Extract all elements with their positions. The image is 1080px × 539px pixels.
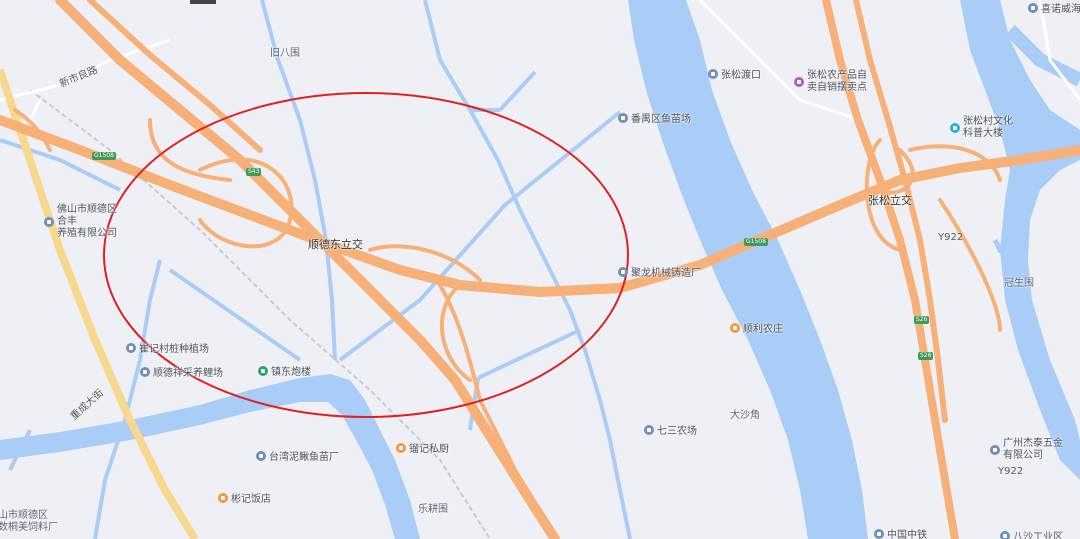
- poi-label: 张松渡口: [721, 70, 761, 81]
- shop-pin-icon: [794, 77, 804, 87]
- place-dashajiao[interactable]: 大沙角: [730, 406, 760, 421]
- poi-label: 顺德祥采养鲤场: [153, 368, 223, 379]
- map-canvas[interactable]: 新市良路 重成大街 G1508 G1508 S43 S26 S26 Y922 Y…: [0, 0, 1080, 539]
- shield-g1508-west: G1508: [92, 152, 116, 160]
- poi-xilin-weihai[interactable]: 喜诺威海: [1028, 0, 1080, 15]
- place-shunde-feed[interactable]: 山市顺德区 数桐美饲料厂: [0, 510, 58, 534]
- scenic-pin-icon: [258, 365, 268, 376]
- poi-label: 番禺区鱼苗场: [631, 114, 691, 125]
- food-pin-icon: [396, 442, 406, 453]
- poi-basha[interactable]: 八沙工业区: [1000, 528, 1063, 539]
- culture-pin-icon: [950, 123, 960, 133]
- poi-taiwan-fish[interactable]: 台湾泥鳅鱼苗厂: [256, 448, 339, 463]
- top-control-button[interactable]: [190, 0, 216, 4]
- building-pin-icon: [990, 445, 1000, 455]
- shield-s43: S43: [246, 168, 262, 176]
- minor-roads: [0, 0, 1080, 141]
- ferry-pin-icon: [708, 68, 718, 79]
- building-pin-icon: [644, 424, 654, 435]
- poi-label: 镇东炮楼: [271, 367, 311, 378]
- poi-qisan[interactable]: 七三农场: [644, 422, 697, 437]
- poi-label: 八沙工业区: [1013, 532, 1063, 539]
- map-base-layer: [0, 0, 1080, 539]
- poi-label: 崔记村桩种植场: [139, 344, 209, 355]
- building-pin-icon: [618, 266, 628, 277]
- building-pin-icon: [126, 342, 136, 353]
- place-guanshengwei[interactable]: 冠生围: [1004, 274, 1034, 289]
- poi-ji-private[interactable]: 镏记私厨: [396, 440, 449, 455]
- poi-julong[interactable]: 聚龙机械铸造厂: [618, 264, 701, 279]
- poi-label: 张松农产品自 卖自销摆卖点: [807, 70, 867, 93]
- poi-zhendong[interactable]: 镇东炮楼: [258, 363, 311, 378]
- shield-s26-b: S26: [918, 352, 934, 360]
- food-pin-icon: [218, 492, 228, 503]
- poi-shunde-fish[interactable]: 顺德祥采养鲤场: [140, 364, 223, 379]
- poi-label: 中国中铁: [887, 530, 927, 539]
- building-pin-icon: [1000, 530, 1010, 539]
- building-pin-icon: [874, 528, 884, 539]
- road-label-y922-north: Y922: [938, 232, 964, 243]
- poi-label: 彬记饭店: [231, 494, 271, 505]
- poi-guangzhou-hardware[interactable]: 广州杰泰五金 有限公司: [990, 438, 1067, 462]
- road-label-y922-south: Y922: [998, 466, 1024, 477]
- place-jinbawei[interactable]: 旧八围: [270, 44, 300, 59]
- poi-shunli[interactable]: 顺利农庄: [730, 320, 783, 335]
- poi-foshan-coop[interactable]: 佛山市顺德区合丰 养殖有限公司: [44, 204, 125, 240]
- poi-label: 聚龙机械铸造厂: [631, 268, 701, 279]
- poi-label: 广州杰泰五金 有限公司: [1003, 438, 1063, 461]
- place-zhangsong-interchange[interactable]: 张松立交: [868, 192, 912, 208]
- food-pin-icon: [730, 322, 740, 333]
- poi-label: 镏记私厨: [409, 444, 449, 455]
- building-pin-icon: [1028, 2, 1038, 13]
- poi-label: 七三农场: [657, 426, 697, 437]
- place-shunde-east-interchange[interactable]: 顺德东立交: [308, 236, 363, 252]
- poi-cui-plant[interactable]: 崔记村桩种植场: [126, 340, 209, 355]
- place-lejiawei[interactable]: 乐耕围: [418, 500, 448, 515]
- poi-label: 喜诺威海: [1041, 4, 1080, 15]
- poi-china-railway[interactable]: 中国中铁: [874, 526, 927, 539]
- poi-panyu-fish[interactable]: 番禺区鱼苗场: [618, 110, 691, 125]
- poi-label: 台湾泥鳅鱼苗厂: [269, 452, 339, 463]
- poi-label: 佛山市顺德区合丰 养殖有限公司: [57, 204, 117, 239]
- poi-label: 张松村文化 科普大楼: [963, 116, 1013, 139]
- poi-zhangsong-farm[interactable]: 张松农产品自 卖自销摆卖点: [794, 70, 867, 94]
- river-lower: [0, 374, 420, 539]
- building-pin-icon: [140, 366, 150, 377]
- shield-g1508-east: G1508: [744, 238, 768, 246]
- building-pin-icon: [256, 450, 266, 461]
- shield-s26-a: S26: [914, 316, 930, 324]
- expressways: [0, 0, 1080, 539]
- poi-zhangsong-culture[interactable]: 张松村文化 科普大楼: [950, 116, 1025, 140]
- building-pin-icon: [44, 217, 54, 227]
- poi-zhangsong-ferry[interactable]: 张松渡口: [708, 66, 761, 81]
- poi-bin-restaurant[interactable]: 彬记饭店: [218, 490, 271, 505]
- building-pin-icon: [618, 112, 628, 123]
- poi-label: 顺利农庄: [743, 324, 783, 335]
